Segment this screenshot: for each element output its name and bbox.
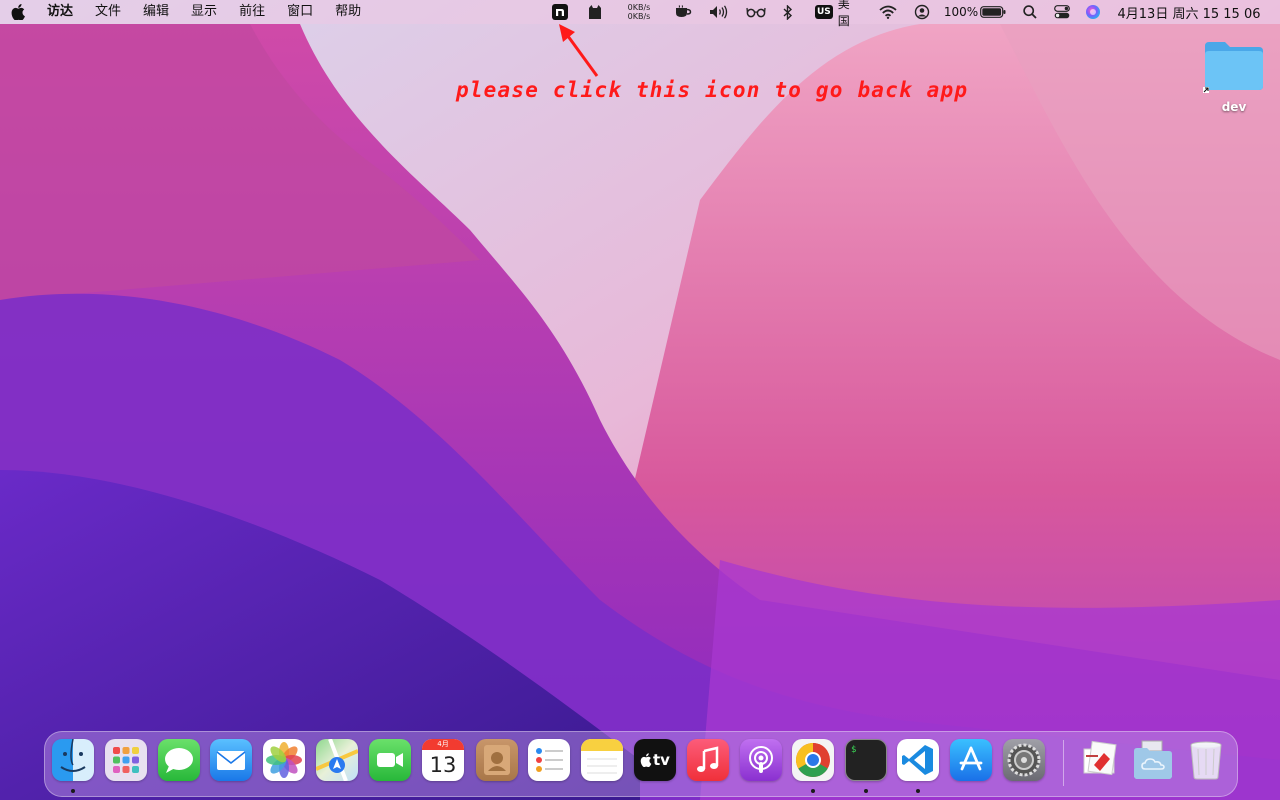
upload-speed: 0KB/s [627, 3, 651, 12]
dock-tv-icon[interactable]: tv [634, 739, 676, 781]
menu-app-finder[interactable]: 访达 [36, 0, 84, 24]
dock-calendar-icon[interactable]: 4月 13 [422, 739, 464, 781]
dock-running-indicator [864, 789, 868, 793]
desktop-folder-dev[interactable]: dev [1198, 38, 1270, 114]
wallpaper-art [0, 0, 1280, 800]
terminal-prompt: $ [851, 745, 857, 755]
control-center-icon[interactable] [1053, 0, 1071, 24]
dock-launchpad-icon[interactable] [105, 739, 147, 781]
annotation-arrow [559, 24, 599, 77]
battery-icon[interactable] [980, 0, 1006, 24]
dock-running-indicator [71, 789, 75, 793]
dock-documents-stack-icon[interactable] [1080, 739, 1122, 781]
menu-bar: 访达 文件 编辑 显示 前往 窗口 帮助 0KB/s 0KB/s US 美国 1… [0, 0, 1280, 28]
calendar-day-label: 13 [429, 753, 457, 777]
volume-icon[interactable] [708, 0, 730, 24]
apple-menu-icon[interactable] [0, 0, 36, 24]
dock-contacts-icon[interactable] [476, 739, 518, 781]
desktop-wallpaper [0, 0, 1280, 800]
dock-separator [1063, 740, 1064, 786]
folder-icon [1203, 42, 1263, 93]
cat-status-icon[interactable] [586, 0, 604, 24]
tv-label: tv [653, 751, 670, 769]
glasses-icon[interactable] [745, 0, 767, 24]
dock-podcasts-icon[interactable] [740, 739, 782, 781]
network-speed-widget[interactable]: 0KB/s 0KB/s [622, 0, 656, 24]
n-app-status-icon[interactable] [551, 0, 569, 24]
dock-trash-icon[interactable] [1185, 739, 1227, 781]
menu-go[interactable]: 前往 [228, 0, 276, 24]
menu-clock[interactable]: 4月13日 周六 15 15 06 [1111, 0, 1267, 24]
dock-terminal-icon[interactable]: $ [845, 739, 887, 781]
menu-view[interactable]: 显示 [180, 0, 228, 24]
dock-running-indicator [916, 789, 920, 793]
dock-messages-icon[interactable] [158, 739, 200, 781]
dock-maps-icon[interactable] [316, 739, 358, 781]
input-source-menu[interactable]: US 美国 [815, 0, 861, 28]
dock-music-icon[interactable] [687, 739, 729, 781]
dock-running-indicator [811, 789, 815, 793]
battery-percentage[interactable]: 100% [943, 0, 979, 24]
dock-facetime-icon[interactable] [369, 739, 411, 781]
bluetooth-icon[interactable] [781, 0, 795, 24]
siri-icon[interactable] [1084, 0, 1102, 24]
dock-vscode-icon[interactable] [897, 739, 939, 781]
input-source-label: 美国 [837, 0, 850, 28]
dock-mail-icon[interactable] [210, 739, 252, 781]
dock-reminders-icon[interactable] [528, 739, 570, 781]
download-speed: 0KB/s [627, 12, 651, 21]
input-source-badge: US [815, 5, 833, 19]
desktop-folder-label: dev [1221, 100, 1247, 114]
dock-photos-icon[interactable] [263, 739, 305, 781]
dock-system-preferences-icon[interactable] [1003, 739, 1045, 781]
wifi-icon[interactable] [878, 0, 898, 24]
spotlight-search-icon[interactable] [1021, 0, 1039, 24]
menu-edit[interactable]: 编辑 [132, 0, 180, 24]
dock-notes-icon[interactable] [581, 739, 623, 781]
menu-file[interactable]: 文件 [84, 0, 132, 24]
coffee-cup-icon[interactable] [673, 0, 693, 24]
dock-finder-icon[interactable] [52, 739, 94, 781]
menu-window[interactable]: 窗口 [276, 0, 324, 24]
calendar-month-label: 4月 [422, 739, 464, 750]
dock-chrome-icon[interactable] [792, 739, 834, 781]
dock-icloud-folder-icon[interactable] [1132, 739, 1174, 781]
annotation-text: please click this icon to go back app [456, 78, 969, 102]
user-account-icon[interactable] [913, 0, 931, 24]
menu-help[interactable]: 帮助 [324, 0, 372, 24]
dock-app-store-icon[interactable] [950, 739, 992, 781]
